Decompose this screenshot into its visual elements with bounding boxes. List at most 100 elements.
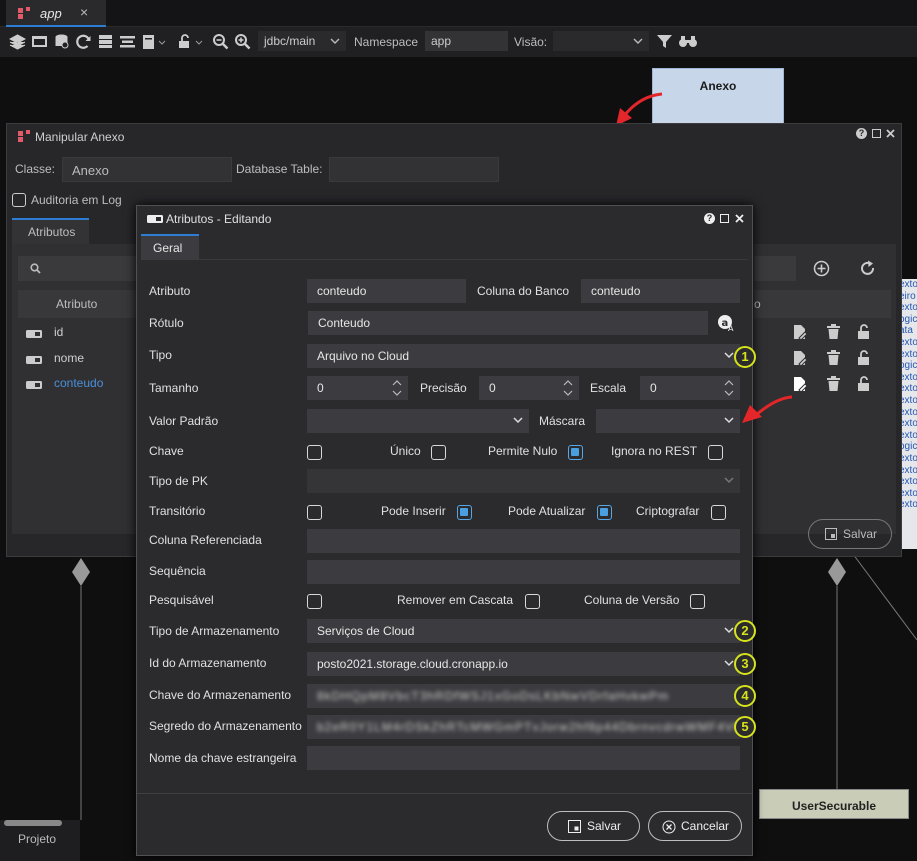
layers-icon[interactable]	[9, 33, 26, 50]
tab-close-icon[interactable]: ×	[80, 4, 88, 20]
attr-column-header: Atributo	[56, 297, 98, 311]
scrollbar[interactable]	[4, 820, 62, 826]
class-input[interactable]: Anexo	[62, 157, 232, 182]
help-icon[interactable]: ?	[704, 213, 715, 224]
mascara-select[interactable]	[596, 409, 740, 433]
unlock-icon[interactable]	[176, 33, 193, 50]
maximize-icon[interactable]	[720, 214, 729, 223]
coluna-versao-checkbox[interactable]	[690, 594, 705, 609]
add-icon[interactable]	[813, 260, 830, 277]
outer-save-button[interactable]: Salvar	[808, 519, 892, 549]
tamanho-input[interactable]: 0	[307, 376, 408, 400]
divider	[137, 793, 752, 794]
precisao-input[interactable]: 0	[479, 376, 579, 400]
entity-anexo[interactable]: Anexo	[652, 68, 784, 128]
id-armaz-select[interactable]: posto2021.storage.cloud.cronapp.io	[307, 652, 740, 676]
search-input-end[interactable]	[754, 256, 796, 281]
namespace-input[interactable]: app	[425, 31, 508, 51]
spinner-icon[interactable]	[392, 378, 402, 398]
tab-atributos[interactable]: Atributos	[12, 218, 89, 244]
close-icon[interactable]	[886, 129, 895, 138]
binoculars-icon[interactable]	[678, 33, 698, 50]
chevron-down-icon[interactable]	[158, 33, 166, 50]
chave-armaz-input[interactable]: 8kDHQpM8VbcT3hRDfWSJ1xGoDsLKbNwVDrfaHvkw…	[307, 684, 740, 708]
translate-icon[interactable]: aA	[717, 314, 735, 332]
save-icon	[568, 820, 581, 833]
tipo-pk-select[interactable]	[307, 469, 740, 493]
audit-label: Auditoria em Log	[31, 193, 122, 207]
page-icon[interactable]	[141, 33, 158, 50]
align-icon[interactable]	[119, 33, 136, 50]
zoom-in-icon[interactable]	[234, 33, 251, 50]
chevron-down-icon	[330, 38, 340, 44]
transitorio-checkbox[interactable]	[307, 505, 322, 520]
stack-icon[interactable]	[97, 33, 114, 50]
unlock-icon[interactable]	[857, 350, 874, 366]
view-select[interactable]	[553, 31, 649, 51]
edit-icon[interactable]	[793, 324, 807, 340]
chevron-down-icon	[724, 417, 734, 424]
entity-user-securable[interactable]: UserSecurable	[759, 789, 909, 819]
coluna-ref-input[interactable]	[307, 529, 740, 553]
permite-nulo-label: Permite Nulo	[488, 444, 558, 458]
sequencia-input[interactable]	[307, 560, 740, 584]
list-item[interactable]: nome	[18, 347, 138, 372]
pesquisavel-checkbox[interactable]	[307, 594, 322, 609]
criptografar-checkbox[interactable]	[711, 505, 726, 520]
pode-inserir-checkbox[interactable]	[457, 505, 472, 520]
atributo-input[interactable]: conteudo	[307, 279, 466, 303]
table-input[interactable]	[329, 157, 499, 182]
coluna-input[interactable]: conteudo	[581, 279, 740, 303]
tab-atributos-label: Atributos	[28, 225, 76, 239]
close-icon[interactable]	[735, 214, 744, 223]
refresh-icon[interactable]	[859, 260, 876, 277]
audit-checkbox[interactable]	[12, 193, 26, 207]
chave-checkbox[interactable]	[307, 445, 322, 460]
unlock-icon[interactable]	[857, 376, 874, 392]
list-item[interactable]: conteudo	[18, 372, 138, 397]
search-input[interactable]	[18, 256, 138, 281]
attr-name: conteudo	[54, 376, 104, 390]
segredo-armaz-input[interactable]: b2eR0Y1LM4rDSkZhRTcMWGmPTvJorw2hf8p44Dbr…	[307, 715, 740, 739]
edit-icon[interactable]	[793, 376, 807, 392]
unico-checkbox[interactable]	[431, 445, 446, 460]
spinner-icon[interactable]	[724, 378, 734, 398]
entity-anexo-title: Anexo	[699, 79, 737, 93]
list-item[interactable]: id	[18, 321, 138, 346]
trash-icon[interactable]	[827, 324, 840, 340]
tab-geral-label: Geral	[153, 241, 183, 255]
refresh-icon[interactable]	[75, 33, 92, 50]
cancel-button[interactable]: Cancelar	[648, 811, 742, 841]
spinner-icon[interactable]	[563, 378, 573, 398]
remover-cascata-checkbox[interactable]	[525, 594, 540, 609]
help-icon[interactable]: ?	[856, 128, 867, 139]
valor-padrao-select[interactable]	[307, 409, 529, 433]
trash-icon[interactable]	[827, 350, 840, 366]
field-icon	[26, 381, 42, 389]
filter-icon[interactable]	[656, 33, 673, 50]
unlock-icon[interactable]	[857, 324, 874, 340]
tipo-select[interactable]: Arquivo no Cloud	[307, 344, 740, 368]
rotulo-input[interactable]: Conteudo	[308, 311, 708, 335]
tipo-armaz-select[interactable]: Serviços de Cloud	[307, 619, 740, 643]
chevron-down-icon[interactable]	[195, 33, 203, 50]
remover-cascata-label: Remover em Cascata	[397, 593, 514, 607]
trash-icon[interactable]	[827, 376, 840, 392]
window-icon[interactable]	[31, 33, 48, 50]
fk-name-input[interactable]	[307, 746, 740, 770]
maximize-icon[interactable]	[872, 129, 881, 138]
attributes-table-header-end: o	[754, 290, 891, 318]
tab-app[interactable]: app ×	[6, 0, 106, 27]
save-button[interactable]: Salvar	[547, 811, 640, 841]
criptografar-label: Criptografar	[636, 504, 700, 518]
escala-input[interactable]: 0	[640, 376, 740, 400]
database-settings-icon[interactable]	[53, 33, 70, 50]
tab-geral[interactable]: Geral	[141, 234, 199, 260]
edit-icon[interactable]	[793, 350, 807, 366]
datasource-select[interactable]: jdbc/main	[258, 31, 346, 51]
pode-atualizar-checkbox[interactable]	[597, 505, 612, 520]
ignora-rest-checkbox[interactable]	[708, 445, 723, 460]
permite-nulo-checkbox[interactable]	[568, 445, 583, 460]
project-label[interactable]: Projeto	[18, 832, 56, 846]
zoom-out-icon[interactable]	[212, 33, 229, 50]
